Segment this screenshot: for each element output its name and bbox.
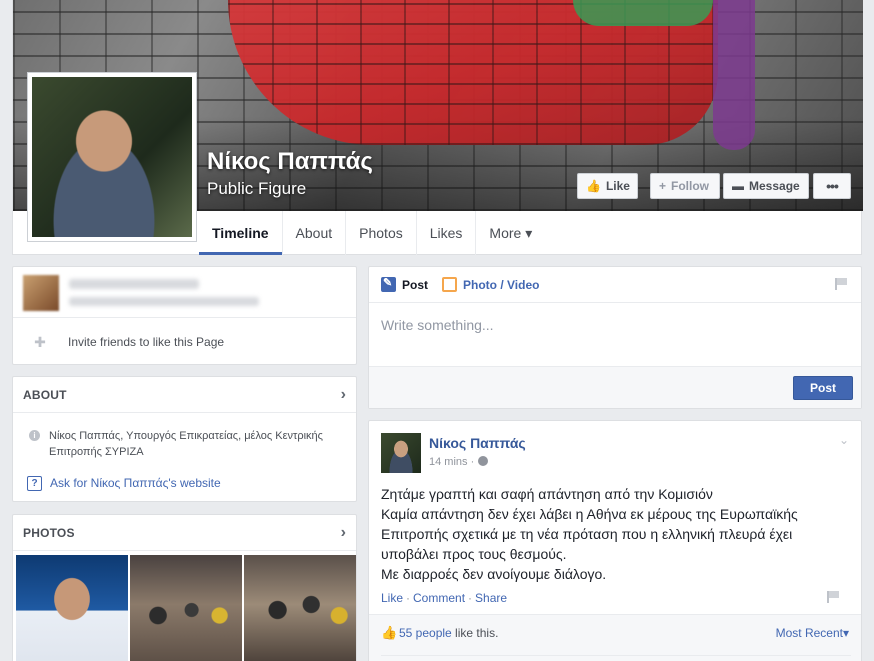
likes-suffix: like this.: [451, 626, 499, 640]
photo-thumbnail[interactable]: [16, 555, 128, 661]
author-avatar[interactable]: [381, 433, 421, 473]
profile-picture-image: [32, 77, 192, 237]
about-description: Νίκος Παππάς, Υπουργός Επικρατείας, μέλο…: [49, 430, 323, 458]
more-options-button[interactable]: •••: [813, 173, 851, 199]
post-line: Καμία απάντηση δεν έχει λάβει η Αθήνα εκ…: [381, 506, 798, 522]
page-title[interactable]: Νίκος Παππάς: [207, 148, 373, 176]
friend-avatar[interactable]: [23, 275, 59, 311]
post-body: Ζητάμε γραπτή και σαφή απάντηση από την …: [381, 484, 851, 584]
page-category: Public Figure: [207, 179, 307, 198]
separator-dot: ·: [406, 591, 411, 605]
chevron-down-icon[interactable]: ⌄: [839, 433, 849, 447]
post-likes-bar: 👍 55 people like this. Most Recent▾: [369, 614, 861, 661]
composer-tab-post-label: Post: [402, 277, 429, 292]
photos-card: PHOTOS ›: [12, 514, 357, 661]
follow-label: Follow: [671, 179, 710, 193]
photo-thumbnail[interactable]: [244, 555, 356, 661]
post-share-link[interactable]: Share: [475, 591, 507, 605]
post-line: Με διαρροές δεν ανοίγουμε διάλογο.: [381, 566, 607, 582]
photo-icon: [442, 277, 458, 292]
post-line: υποβάλει προς τους θεσμούς.: [381, 546, 567, 562]
pencil-icon: [381, 276, 396, 292]
invite-friends-row[interactable]: ✚ Invite friends to like this Page: [13, 317, 356, 366]
message-label: Message: [749, 179, 800, 193]
composer-tab-post[interactable]: Post: [381, 276, 429, 292]
post-actions: Like · Comment · Share: [381, 591, 507, 605]
more-options-label: •••: [826, 178, 839, 194]
post-composer: Post Photo / Video Write something... Po…: [368, 266, 862, 409]
tab-about[interactable]: About: [283, 211, 347, 255]
message-button[interactable]: ▬ Message: [723, 173, 809, 199]
ask-website-link[interactable]: Ask for Νίκος Παππάς's website: [50, 476, 221, 490]
chevron-right-icon[interactable]: ›: [341, 524, 346, 542]
blurred-friends-line: [69, 279, 199, 289]
tab-likes[interactable]: Likes: [417, 211, 477, 255]
timeline-post: Νίκος Παππάς 14 mins · ⌄ Ζητάμε γραπτή κ…: [368, 420, 862, 661]
about-header[interactable]: ABOUT ›: [13, 377, 356, 413]
post-line: Επιτροπής σχετικά με τη νέα πρόταση που …: [381, 526, 793, 542]
invite-friends-link[interactable]: Invite friends to like this Page: [68, 335, 224, 349]
profile-picture[interactable]: [27, 72, 197, 242]
like-page-button[interactable]: 👍 Like: [577, 173, 638, 199]
photo-thumbnail[interactable]: [130, 555, 242, 661]
likes-people-link[interactable]: 55 people: [399, 626, 452, 640]
cover-card: Νίκος Παππάς Public Figure 👍 Like + Foll…: [12, 0, 863, 255]
chevron-right-icon[interactable]: ›: [341, 386, 346, 404]
info-icon: i: [29, 430, 40, 441]
globe-icon: [478, 456, 489, 466]
separator-dot: ·: [468, 591, 473, 605]
cover-painted-flag-purple: [713, 0, 755, 150]
plus-icon: +: [659, 179, 667, 193]
post-time-text: 14 mins ·: [429, 456, 475, 468]
composer-tab-photo-label: Photo / Video: [463, 277, 540, 292]
post-author[interactable]: Νίκος Παππάς: [429, 435, 526, 451]
post-like-link[interactable]: Like: [381, 591, 403, 605]
photos-title: PHOTOS: [23, 525, 75, 540]
about-title: ABOUT: [23, 387, 67, 402]
about-card: ABOUT › i Νίκος Παππάς, Υπουργός Επικρατ…: [12, 376, 357, 502]
thumbs-up-icon: 👍: [586, 179, 601, 193]
post-line: Ζητάμε γραπτή και σαφή απάντηση από την …: [381, 486, 713, 502]
likes-summary: 55 people like this.: [399, 626, 498, 640]
composer-tabs: Post Photo / Video: [369, 267, 861, 303]
tab-more[interactable]: More ▾: [476, 211, 545, 255]
tab-photos[interactable]: Photos: [346, 211, 417, 255]
post-button[interactable]: Post: [793, 376, 853, 400]
post-timestamp[interactable]: 14 mins ·: [429, 456, 489, 468]
add-person-icon: ✚: [34, 333, 46, 350]
sort-comments-dropdown[interactable]: Most Recent▾: [776, 626, 849, 640]
flag-icon[interactable]: [835, 278, 847, 290]
composer-footer: Post: [369, 366, 861, 408]
divider: [381, 655, 851, 656]
thumbs-up-icon: 👍: [381, 625, 398, 640]
composer-text-input[interactable]: Write something...: [381, 317, 494, 333]
follow-button[interactable]: + Follow: [650, 173, 720, 199]
message-icon: ▬: [732, 179, 744, 193]
cover-painted-flag-green: [573, 0, 713, 26]
photos-header[interactable]: PHOTOS ›: [13, 515, 356, 551]
question-icon: ?: [27, 476, 42, 491]
flag-icon[interactable]: [827, 591, 839, 603]
composer-tab-photo-video[interactable]: Photo / Video: [442, 277, 539, 292]
friends-like-card: ✚ Invite friends to like this Page: [12, 266, 357, 365]
post-comment-link[interactable]: Comment: [413, 591, 465, 605]
blurred-friends-line: [69, 297, 259, 306]
page-tabs: Timeline About Photos Likes More ▾: [199, 211, 545, 255]
like-page-label: Like: [605, 179, 630, 193]
tab-timeline[interactable]: Timeline: [199, 211, 283, 255]
